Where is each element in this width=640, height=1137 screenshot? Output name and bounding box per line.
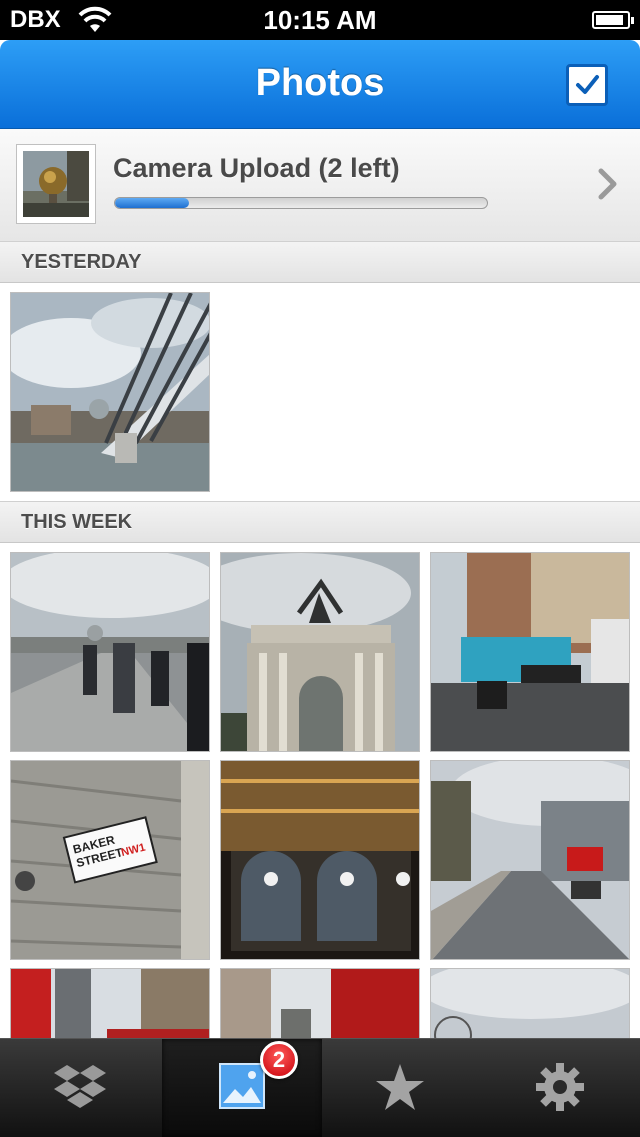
section-header-this-week: THIS WEEK <box>0 501 640 543</box>
battery-fill <box>596 15 623 25</box>
bridge-walkers-photo[interactable] <box>10 552 210 752</box>
wellington-arch-photo[interactable] <box>220 552 420 752</box>
status-bar: DBX 10:15 AM <box>0 0 640 40</box>
photos-icon <box>219 1063 265 1109</box>
section-label: YESTERDAY <box>21 251 142 273</box>
upload-progress-fill <box>115 198 190 208</box>
street-view-photo[interactable] <box>430 760 630 960</box>
bridge-photo[interactable] <box>10 292 210 492</box>
tab-photos[interactable] <box>162 1039 322 1137</box>
tab-settings[interactable] <box>480 1039 640 1137</box>
chevron-right-icon <box>598 168 617 200</box>
dropbox-icon <box>54 1065 106 1108</box>
apple-store-photo[interactable] <box>220 760 420 960</box>
clock: 10:15 AM <box>263 5 377 35</box>
checkbox-icon <box>576 75 599 94</box>
london-eye-photo[interactable] <box>430 968 630 1040</box>
tab-favorites[interactable] <box>320 1039 480 1137</box>
upload-progress-bar <box>114 197 488 209</box>
nav-bar: Photos <box>0 40 640 129</box>
page-title: Photos <box>255 62 385 104</box>
camera-upload-row[interactable]: Camera Upload (2 left) <box>0 129 640 242</box>
section-label: THIS WEEK <box>21 511 133 533</box>
red-bus-photo[interactable] <box>10 968 210 1040</box>
section-header-yesterday: YESTERDAY <box>0 241 640 283</box>
upload-label: Camera Upload (2 left) <box>113 153 400 183</box>
gear-icon <box>536 1063 584 1111</box>
photos-badge: 2 <box>260 1041 298 1079</box>
upload-thumbnail <box>16 144 96 224</box>
baker-street-sign-photo[interactable]: BAKER STREET NW1 <box>10 760 210 960</box>
tab-bar <box>0 1038 640 1137</box>
battery-icon <box>592 11 634 29</box>
building-photo[interactable] <box>220 968 420 1040</box>
star-icon <box>376 1064 424 1110</box>
street-bus-photo[interactable] <box>430 552 630 752</box>
tab-dropbox[interactable] <box>0 1039 160 1137</box>
select-button[interactable] <box>566 64 608 106</box>
